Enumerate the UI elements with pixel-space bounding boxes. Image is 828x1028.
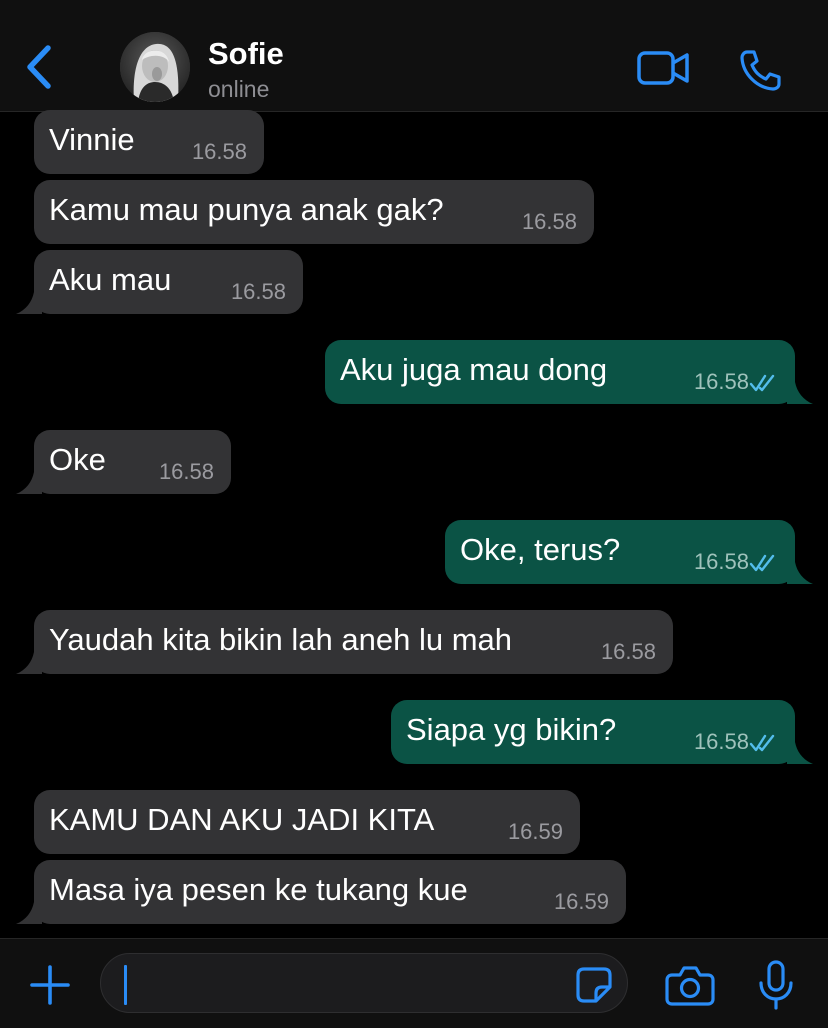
video-camera-icon [637,51,689,85]
avatar[interactable] [120,32,190,102]
sticker-icon [576,967,612,1003]
attach-button[interactable] [28,963,72,1007]
microphone-icon [759,960,793,1010]
video-call-button[interactable] [636,48,692,88]
incoming-message[interactable]: Aku mau 16.58 [16,250,303,314]
double-check-icon [749,734,775,752]
message-text: Vinnie [49,122,135,157]
message-text: Aku juga mau dong [340,352,608,387]
message-input[interactable] [100,953,628,1013]
message-time: 16.59 [553,889,609,914]
message-time: 16.58 [521,209,577,234]
bubble-tail [16,292,42,314]
bubble-tail [16,652,42,674]
plus-icon [30,965,70,1005]
voice-note-button[interactable] [756,959,796,1011]
incoming-message[interactable]: Masa iya pesen ke tukang kue 16.59 [16,860,626,924]
contact-photo [120,32,190,102]
message-time: 16.59 [507,819,563,844]
camera-icon [665,966,715,1006]
message-text: Oke, terus? [460,532,621,567]
phone-icon [740,50,781,91]
contact-status: online [208,76,270,102]
message-time: 16.58 [158,459,214,484]
incoming-message[interactable]: Oke 16.58 [16,430,231,494]
camera-button[interactable] [664,963,716,1007]
incoming-message[interactable]: Vinnie 16.58 [34,110,264,174]
message-time: 16.58 [230,279,286,304]
message-time: 16.58 [600,639,656,664]
incoming-message[interactable]: KAMU DAN AKU JADI KITA 16.59 [34,790,580,854]
bubble-tail [16,902,42,924]
bubble-tail [787,562,813,584]
double-check-icon [749,554,775,572]
outgoing-message[interactable]: Siapa yg bikin? 16.58 [391,700,813,764]
double-check-icon [749,374,775,392]
voice-call-button[interactable] [738,48,782,92]
bubble-tail [787,382,813,404]
message-text: Oke [49,442,106,477]
text-caret [124,965,127,1005]
incoming-message[interactable]: Yaudah kita bikin lah aneh lu mah 16.58 [16,610,673,674]
message-text: Aku mau [49,262,172,297]
sticker-button[interactable] [574,965,614,1005]
chat-header: Sofie online [0,0,828,112]
message-text: Masa iya pesen ke tukang kue [49,872,468,907]
message-time: 16.58 [693,729,749,754]
message-text: KAMU DAN AKU JADI KITA [49,802,435,837]
back-button[interactable] [18,42,58,94]
chevron-left-icon [27,45,51,89]
message-text: Kamu mau punya anak gak? [49,192,444,227]
outgoing-message[interactable]: Oke, terus? 16.58 [445,520,813,584]
bubble-tail [787,742,813,764]
contact-name[interactable]: Sofie [208,36,284,72]
message-time: 16.58 [693,549,749,574]
message-list[interactable]: Vinnie 16.58 Kamu mau punya anak gak? 16… [0,110,828,938]
incoming-message[interactable]: Kamu mau punya anak gak? 16.58 [34,180,594,244]
composer-bar [0,938,828,1028]
outgoing-message[interactable]: Aku juga mau dong 16.58 [325,340,813,404]
message-time: 16.58 [693,369,749,394]
message-text: Yaudah kita bikin lah aneh lu mah [49,622,513,657]
message-time: 16.58 [191,139,247,164]
message-text: Siapa yg bikin? [406,712,617,747]
bubble-tail [16,472,42,494]
